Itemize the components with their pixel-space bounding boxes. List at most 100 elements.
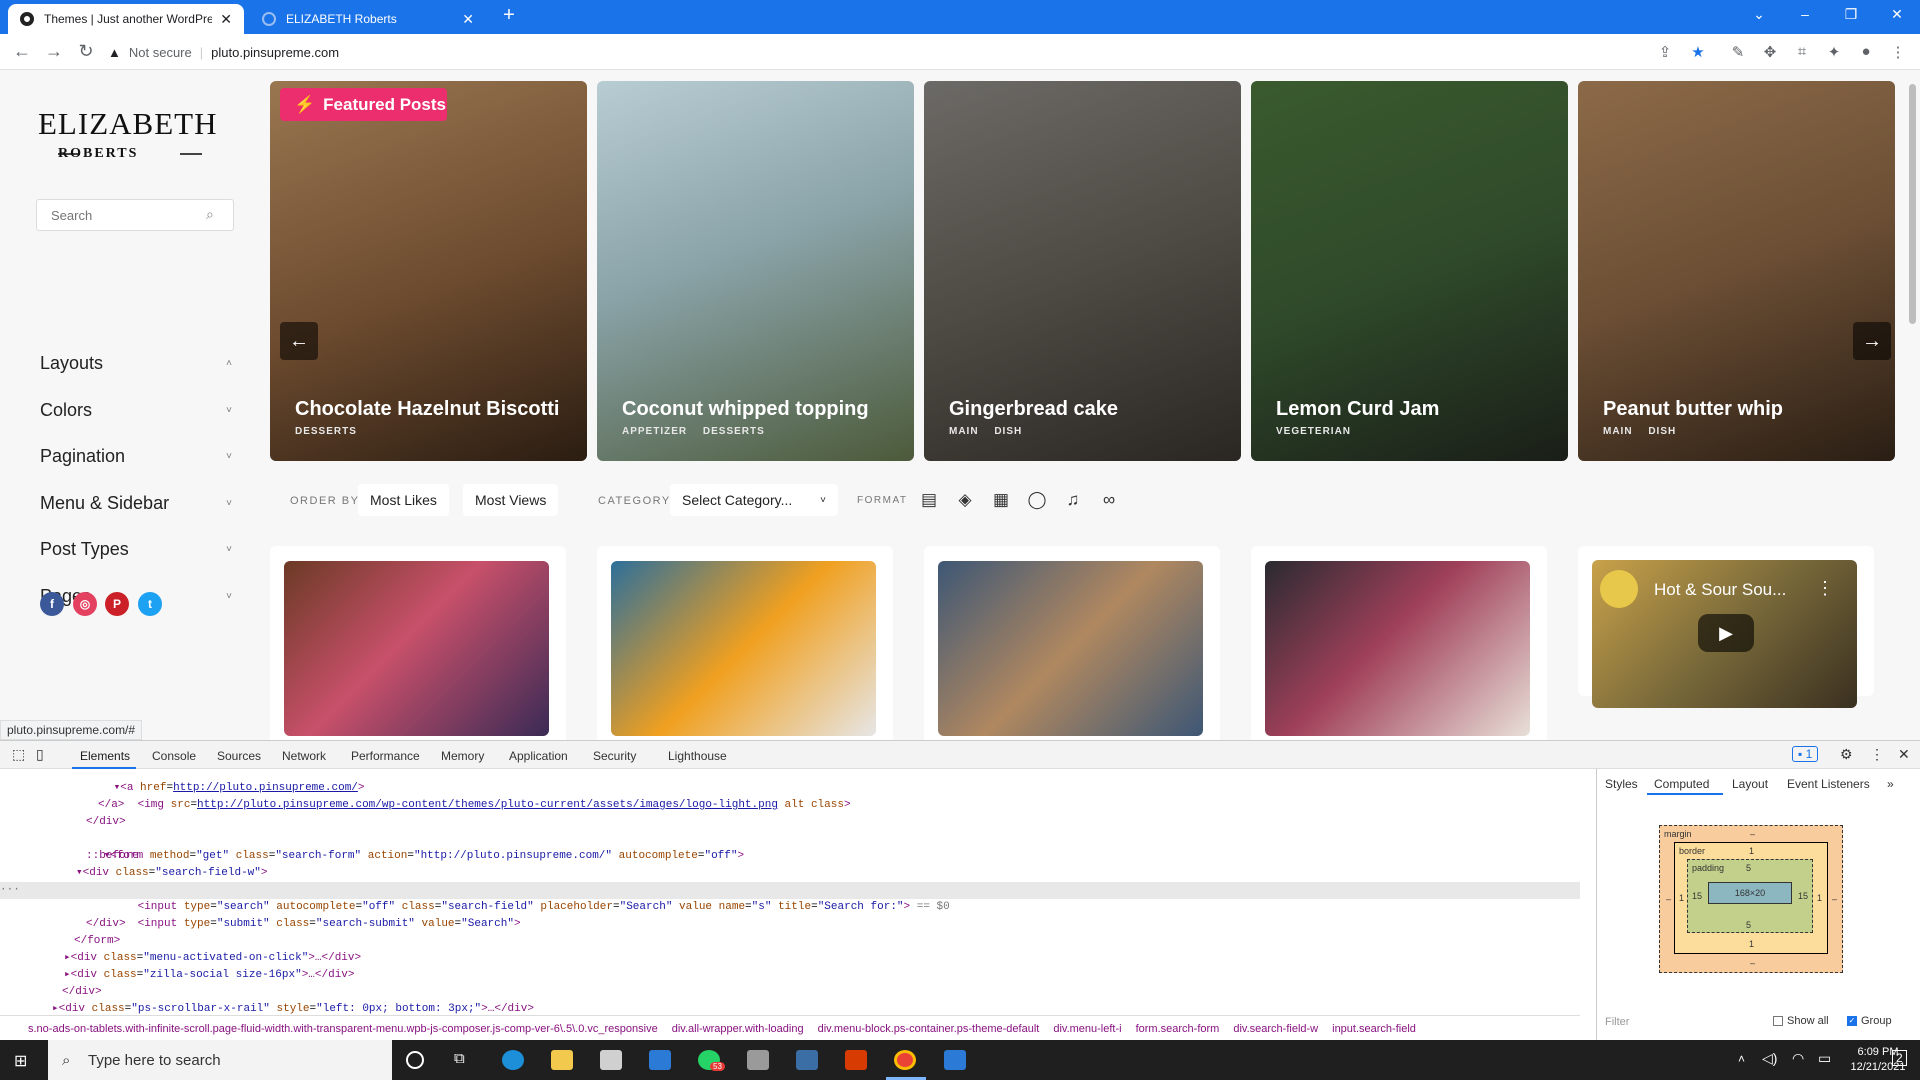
menu-item-colors[interactable]: Colors ˅	[40, 391, 232, 429]
breadcrumb-item[interactable]: div.search-field-w	[1233, 1023, 1318, 1035]
vscode-icon[interactable]	[944, 1050, 966, 1070]
mail-icon[interactable]	[649, 1050, 671, 1070]
dom-line[interactable]: ▾<div class="search-field-w">	[76, 865, 268, 882]
box-model-border[interactable]: border 1 1 1 1 padding 5 5 15 15 168×20	[1674, 842, 1828, 954]
video-more-icon[interactable]: ⋮	[1816, 578, 1834, 599]
network-icon[interactable]: ◠	[1792, 1050, 1804, 1067]
featured-title[interactable]: Lemon Curd Jam	[1276, 398, 1439, 421]
tab-console[interactable]: Console	[152, 749, 196, 763]
new-tab-button[interactable]: +	[494, 4, 524, 27]
file-explorer-icon[interactable]	[551, 1050, 573, 1070]
office-icon[interactable]	[845, 1050, 867, 1070]
box-model-padding[interactable]: padding 5 5 15 15 168×20	[1687, 859, 1813, 933]
tab-sources[interactable]: Sources	[217, 749, 261, 763]
security-label[interactable]: Not secure	[129, 45, 192, 60]
tab-application[interactable]: Application	[509, 749, 568, 763]
post-card[interactable]	[924, 546, 1220, 740]
search-icon[interactable]: ⌕	[206, 206, 214, 223]
most-likes-button[interactable]: Most Likes	[358, 484, 449, 516]
dom-line[interactable]: </div>	[86, 814, 126, 831]
tab-computed[interactable]: Computed	[1654, 777, 1709, 791]
menu-item-pages[interactable]: Pages ˅	[40, 577, 232, 615]
chrome-icon[interactable]	[894, 1050, 916, 1070]
taskbar-search-box[interactable]: ⌕ Type here to search	[48, 1040, 392, 1080]
channel-avatar[interactable]	[1600, 570, 1638, 608]
video-thumbnail[interactable]: Hot & Sour Sou... ⋮ ▶	[1592, 560, 1857, 708]
tab-memory[interactable]: Memory	[441, 749, 484, 763]
pinterest-icon[interactable]: P	[105, 592, 129, 616]
format-chat-icon[interactable]: ◯	[1026, 490, 1048, 510]
move-icon[interactable]: ✥	[1760, 43, 1780, 61]
dom-line[interactable]: ▾<form method="get" class="search-form" …	[64, 831, 744, 862]
dom-line[interactable]: ▾<a href=http://pluto.pinsupreme.com/>	[74, 769, 365, 794]
volume-icon[interactable]: ◁)	[1762, 1050, 1777, 1067]
format-link-icon[interactable]: ∞	[1098, 490, 1120, 510]
inspect-element-icon[interactable]: ⬚	[12, 746, 25, 763]
issues-counter[interactable]: ▪ 1	[1792, 746, 1819, 762]
profile-avatar-icon[interactable]: ●	[1856, 43, 1876, 60]
tab-layout[interactable]: Layout	[1732, 777, 1768, 791]
tab-security[interactable]: Security	[593, 749, 636, 763]
task-view-icon[interactable]: ⧉	[454, 1050, 476, 1070]
facebook-icon[interactable]: f	[40, 592, 64, 616]
dom-src-link[interactable]: http://pluto.pinsupreme.com/wp-content/t…	[197, 799, 778, 811]
box-model-margin[interactable]: margin – – – – border 1 1 1 1 padding 5 …	[1659, 825, 1843, 973]
tab-elizabeth-roberts[interactable]: ELIZABETH Roberts ✕	[250, 4, 486, 34]
featured-card[interactable]: Gingerbread cake MAIN DISH	[924, 81, 1241, 461]
breadcrumb-item[interactable]: input.search-field	[1332, 1023, 1416, 1035]
tab-search-icon[interactable]: ⌄	[1744, 6, 1774, 23]
menu-item-post-types[interactable]: Post Types ˅	[40, 530, 232, 568]
dom-line[interactable]: <img src=http://pluto.pinsupreme.com/wp-…	[98, 780, 851, 811]
post-card[interactable]	[1251, 546, 1547, 740]
search-input[interactable]	[36, 199, 234, 231]
featured-category[interactable]: APPETIZER DESSERTS	[622, 426, 765, 437]
close-tab-icon[interactable]: ✕	[220, 11, 232, 28]
most-views-button[interactable]: Most Views	[463, 484, 559, 516]
tab-styles[interactable]: Styles	[1605, 777, 1638, 791]
dom-line[interactable]: </div>	[62, 984, 102, 1001]
menu-item-pagination[interactable]: Pagination ˅	[40, 437, 232, 475]
slider-prev-arrow-icon[interactable]: ←	[280, 322, 318, 360]
restore-icon[interactable]: ❐	[1836, 6, 1866, 23]
photos-icon[interactable]	[796, 1050, 818, 1070]
menu-item-menu-sidebar[interactable]: Menu & Sidebar ˅	[40, 484, 232, 522]
warning-icon[interactable]: ▲	[108, 45, 121, 60]
settings-gear-icon[interactable]: ⚙	[1840, 746, 1853, 763]
dom-line[interactable]: ▸<div class="ps-scrollbar-x-rail" style=…	[52, 1001, 534, 1015]
format-audio-icon[interactable]: ♫	[1062, 490, 1084, 510]
windows-start-icon[interactable]: ⊞	[14, 1051, 27, 1071]
featured-card[interactable]: Lemon Curd Jam VEGETERIAN	[1251, 81, 1568, 461]
filter-input[interactable]: Filter	[1605, 1016, 1629, 1028]
language-icon[interactable]: ▭	[1818, 1050, 1831, 1067]
menu-item-layouts[interactable]: Layouts ˄	[40, 344, 232, 382]
show-all-checkbox[interactable]: Show all	[1773, 1015, 1829, 1027]
close-tab-icon[interactable]: ✕	[462, 11, 474, 28]
checkbox-icon[interactable]	[1773, 1016, 1783, 1026]
dom-line[interactable]: ▸<div class="zilla-social size-16px">…</…	[64, 967, 355, 984]
tab-event-listeners[interactable]: Event Listeners	[1787, 777, 1870, 791]
featured-category[interactable]: DESSERTS	[295, 426, 357, 437]
checked-checkbox-icon[interactable]: ✓	[1847, 1016, 1857, 1026]
category-select[interactable]: Select Category... ˅	[670, 484, 838, 516]
breadcrumb-item[interactable]: div.menu-block.ps-container.ps-theme-def…	[818, 1023, 1040, 1035]
scrollbar-thumb[interactable]	[1909, 84, 1916, 324]
bookmark-star-icon[interactable]: ★	[1688, 43, 1708, 61]
tab-performance[interactable]: Performance	[351, 749, 420, 763]
extensions-icon[interactable]: ✦	[1824, 43, 1844, 61]
cortana-icon[interactable]	[406, 1051, 424, 1069]
show-hidden-icons-icon[interactable]: ˄	[1738, 1052, 1745, 1066]
tab-elements[interactable]: Elements	[80, 749, 130, 763]
elements-tree[interactable]: ▾<a href=http://pluto.pinsupreme.com/> <…	[0, 769, 1580, 1015]
featured-card[interactable]: Peanut butter whip MAIN DISH	[1578, 81, 1895, 461]
featured-title[interactable]: Gingerbread cake	[949, 398, 1118, 421]
reload-icon[interactable]: ↻	[76, 42, 96, 60]
address-bar[interactable]: ▲ Not secure | pluto.pinsupreme.com	[108, 38, 1668, 66]
dom-line[interactable]: </a>	[98, 797, 124, 814]
featured-title[interactable]: Peanut butter whip	[1603, 398, 1783, 421]
url-text[interactable]: pluto.pinsupreme.com	[211, 45, 339, 60]
store-icon[interactable]	[600, 1050, 622, 1070]
breadcrumb-item[interactable]: form.search-form	[1136, 1023, 1220, 1035]
eyedropper-icon[interactable]: ✎	[1728, 43, 1748, 61]
format-standard-icon[interactable]: ▤	[918, 490, 940, 510]
notification-center-icon[interactable]: 2	[1892, 1050, 1907, 1066]
